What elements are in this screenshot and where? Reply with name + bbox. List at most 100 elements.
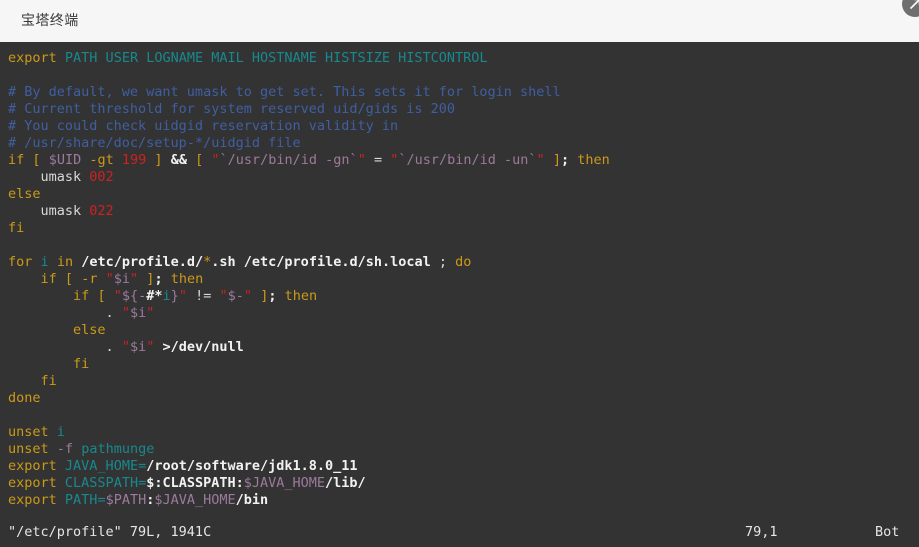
token-kw: then xyxy=(284,288,318,304)
token-dvar: $- xyxy=(227,288,244,304)
status-filename: "/etc/profile" 79L, 1941C xyxy=(8,524,212,540)
token-pln xyxy=(8,271,41,287)
token-pln xyxy=(8,288,73,304)
terminal-line: if [ -r "$i" ]; then xyxy=(0,271,919,288)
token-pln xyxy=(163,152,171,168)
terminal-line: fi xyxy=(0,356,919,373)
token-str: " xyxy=(105,271,114,287)
token-pln xyxy=(73,271,81,287)
terminal-line: . "$i" >/dev/null xyxy=(0,339,919,356)
token-op: * xyxy=(154,288,163,304)
token-str: " xyxy=(219,288,228,304)
token-kw: if xyxy=(40,271,57,287)
token-kw: else xyxy=(73,322,106,338)
token-dvar: `/usr/bin/id -gn` xyxy=(219,152,358,168)
token-pln xyxy=(57,50,65,66)
terminal-body[interactable]: export PATH USER LOGNAME MAIL HOSTNAME H… xyxy=(0,42,919,547)
terminal-line: export PATH USER LOGNAME MAIL HOSTNAME H… xyxy=(0,50,919,67)
token-str: " xyxy=(130,271,139,287)
token-op: && xyxy=(170,152,187,168)
token-pln xyxy=(187,288,195,304)
token-kw: export xyxy=(8,475,57,491)
token-pln xyxy=(366,152,374,168)
token-pln xyxy=(114,152,122,168)
token-var: CLASSPATH xyxy=(64,475,139,491)
token-kw: if xyxy=(73,288,90,304)
token-dvar: $PATH xyxy=(105,492,147,508)
token-pth: /lib/ xyxy=(325,475,366,491)
vim-status-line: "/etc/profile" 79L, 1941C 79,1 Bot xyxy=(0,524,919,541)
token-pln xyxy=(8,373,41,389)
token-dvar: $i xyxy=(129,339,147,355)
token-pln xyxy=(41,152,49,168)
token-pln xyxy=(73,441,81,457)
terminal-line: export PATH=$PATH:$JAVA_HOME/bin xyxy=(0,492,919,509)
token-op: ; xyxy=(560,152,570,168)
token-dvar: $JAVA_HOME xyxy=(154,492,236,508)
terminal-line: umask 022 xyxy=(0,203,919,220)
token-brk: ] xyxy=(154,152,163,168)
window-titlebar: 宝塔终端 xyxy=(0,0,919,42)
token-pln xyxy=(49,441,57,457)
terminal-line: else xyxy=(0,186,919,203)
token-pln xyxy=(447,254,455,270)
token-var: JAVA_HOME xyxy=(64,458,139,474)
token-kw: for xyxy=(8,254,33,270)
token-pln xyxy=(8,356,73,372)
token-pln xyxy=(57,475,65,491)
token-pln: . xyxy=(105,339,114,355)
token-kw: else xyxy=(8,186,41,202)
token-dvar: $UID xyxy=(48,152,82,168)
token-pln xyxy=(276,288,284,304)
token-brk: [ xyxy=(32,152,41,168)
token-op: > xyxy=(162,339,171,355)
token-pth: /root/software/jdk1.8.0_11 xyxy=(146,458,358,474)
token-pln: umask xyxy=(8,203,90,219)
expand-window-button[interactable] xyxy=(902,0,919,17)
token-pln xyxy=(163,271,171,287)
token-pln xyxy=(187,152,195,168)
terminal-line: if [ $UID -gt 199 ] && [ "`/usr/bin/id -… xyxy=(0,152,919,169)
terminal-line: fi xyxy=(0,373,919,390)
token-str: " xyxy=(178,288,187,304)
token-pln xyxy=(8,322,73,338)
token-brk: [ xyxy=(195,152,204,168)
token-pln xyxy=(57,458,65,474)
token-str: " xyxy=(121,305,130,321)
terminal-line: . "$i" xyxy=(0,305,919,322)
token-str: " xyxy=(121,339,130,355)
token-kw: unset xyxy=(8,441,49,457)
token-pln: != xyxy=(195,288,212,304)
token-kw: if xyxy=(8,152,25,168)
terminal-line: unset i xyxy=(0,424,919,441)
token-kw: then xyxy=(577,152,610,168)
token-pln xyxy=(97,271,105,287)
token-kw: export xyxy=(8,50,57,66)
token-cmt: # Current threshold for system reserved … xyxy=(8,101,456,117)
token-str: " xyxy=(536,152,545,168)
token-str: " xyxy=(211,152,220,168)
token-pln xyxy=(545,152,553,168)
token-op: ; xyxy=(154,271,163,287)
terminal-line: unset -f pathmunge xyxy=(0,441,919,458)
token-kw: done xyxy=(8,390,41,406)
terminal-line: for i in /etc/profile.d/*.sh /etc/profil… xyxy=(0,254,919,271)
terminal-screen: export PATH USER LOGNAME MAIL HOSTNAME H… xyxy=(0,50,919,509)
token-dvar: } xyxy=(170,288,179,304)
token-kw: -r xyxy=(81,271,98,287)
token-var: i xyxy=(162,288,171,304)
window-title: 宝塔终端 xyxy=(21,13,79,29)
token-pln xyxy=(49,254,57,270)
token-pln xyxy=(73,254,81,270)
token-var: i xyxy=(56,424,65,440)
token-pln: ; xyxy=(438,254,448,270)
token-pln: = xyxy=(373,152,383,168)
token-pth: .sh /etc/profile.d/sh.local xyxy=(211,254,431,270)
token-var: pathmunge xyxy=(81,441,155,457)
token-kw: export xyxy=(8,458,57,474)
token-dvar: $i xyxy=(129,305,147,321)
terminal-line: # By default, we want umask to get set. … xyxy=(0,84,919,101)
token-dvar: $JAVA_HOME xyxy=(243,475,326,491)
terminal-line: fi xyxy=(0,220,919,237)
